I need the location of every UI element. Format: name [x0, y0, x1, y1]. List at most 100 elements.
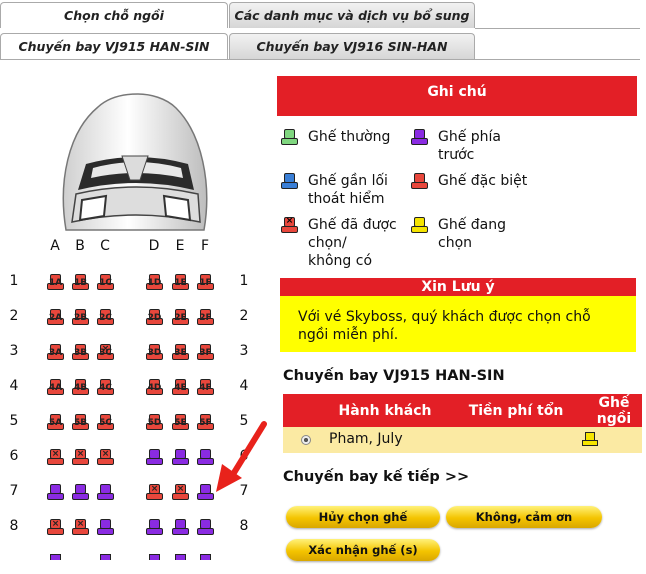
seat-unavailable: × [97, 449, 114, 466]
seat-special[interactable]: 4D [146, 379, 163, 396]
seat-label: 3F [199, 348, 212, 358]
legend-label: Ghế phía trước [438, 128, 501, 164]
seat-front[interactable] [47, 484, 64, 501]
row-number-right: 8 [239, 518, 249, 534]
seat-special[interactable]: 1A [47, 274, 64, 291]
legend-label: Ghế đã được chọn/không có [308, 216, 397, 270]
seat-partial [175, 554, 186, 560]
seat-special[interactable]: 3B [72, 344, 89, 361]
tab-flight-vj915[interactable]: Chuyến bay VJ915 HAN-SIN [0, 33, 228, 59]
legend-label-line: Ghế phía [438, 129, 502, 145]
seat-special[interactable]: 2D [146, 309, 163, 326]
notice-line-1: Với vé Skyboss, quý khách được chọn chỗ [298, 309, 591, 325]
seat-unavailable-icon: × [281, 217, 298, 234]
legend-label: Ghế đặc biệt [438, 172, 527, 190]
seat-special[interactable]: 3F [197, 344, 214, 361]
seat-blocked-x-icon: × [101, 344, 110, 354]
seat-front[interactable] [97, 484, 114, 501]
seat-special[interactable]: 2C [97, 309, 114, 326]
next-flight-link[interactable]: Chuyến bay kế tiếp >> [283, 469, 469, 485]
seat-special[interactable]: 1B [72, 274, 89, 291]
seat-label: 5C [99, 418, 112, 428]
seat-front[interactable] [172, 519, 189, 536]
seat-blocked-x-icon: × [150, 484, 159, 494]
seat-special[interactable]: 2A [47, 309, 64, 326]
row-number-left: 1 [9, 273, 19, 289]
seat-special[interactable]: 5E [172, 414, 189, 431]
seat-special[interactable]: 2B [72, 309, 89, 326]
seat-label: 5D [147, 418, 162, 428]
legend-label-line: Ghế gần lối [308, 173, 388, 189]
seat-label: 4B [73, 383, 88, 393]
seat-label: 2D [147, 313, 162, 323]
tab-flight-vj916[interactable]: Chuyến bay VJ916 SIN-HAN [229, 33, 475, 59]
tab-extra-services[interactable]: Các danh mục và dịch vụ bổ sung [229, 2, 475, 28]
seat-special[interactable]: 5C [97, 414, 114, 431]
passenger-row[interactable]: Pham, July [283, 427, 642, 453]
seat-blocked-x-icon: × [51, 519, 60, 529]
row-number-left: 3 [9, 343, 19, 359]
row-number-right: 4 [239, 378, 249, 394]
seat-special[interactable]: 4E [172, 379, 189, 396]
seat-label: 2C [99, 313, 112, 323]
legend-label-line: thoát hiểm [308, 191, 385, 207]
seat-special[interactable]: 1D [146, 274, 163, 291]
legend-label-line: Ghế thường [308, 129, 391, 145]
row-number-left: 6 [9, 448, 19, 464]
column-label-d: D [148, 238, 160, 254]
seat-label: 5E [174, 418, 187, 428]
row-number-left: 7 [9, 483, 19, 499]
legend-label-line: chọn/ [308, 235, 347, 251]
seat-special[interactable]: 3E [172, 344, 189, 361]
column-label-b: B [75, 238, 85, 254]
seat-special[interactable]: 4F [197, 379, 214, 396]
header-fee: Tiền phí tổn [468, 403, 564, 419]
seat-front[interactable] [172, 449, 189, 466]
seat-special[interactable]: 4C [97, 379, 114, 396]
seat-front[interactable] [97, 519, 114, 536]
seat-special[interactable]: 5A [47, 414, 64, 431]
notice-line-2: ngồi miễn phí. [298, 327, 399, 343]
row-number-left: 2 [9, 308, 19, 324]
no-thanks-button[interactable]: Không, cảm ơn [446, 506, 602, 528]
cancel-seat-button[interactable]: Hủy chọn ghế [286, 506, 440, 528]
seat-special[interactable]: 5D [146, 414, 163, 431]
seat-special[interactable]: 2E [172, 309, 189, 326]
seat-label: 1F [199, 278, 212, 288]
seat-unavailable: × [72, 519, 89, 536]
seat-special[interactable]: 1C [97, 274, 114, 291]
seat-special[interactable]: 3D [146, 344, 163, 361]
seat-special[interactable]: 2F [197, 309, 214, 326]
tab-choose-seat[interactable]: Chọn chỗ ngồi [0, 2, 228, 28]
seat-label: 1A [48, 278, 63, 288]
row-number-left: 8 [9, 518, 19, 534]
legend-label: Ghế thường [308, 128, 390, 146]
seat-front[interactable] [197, 519, 214, 536]
seat-front[interactable] [72, 484, 89, 501]
seat-special[interactable]: 1F [197, 274, 214, 291]
airplane-nose-icon [62, 93, 208, 231]
seat-special[interactable]: 5B [72, 414, 89, 431]
seat-front[interactable] [197, 484, 214, 501]
seat-unavailable: × [47, 519, 64, 536]
seat-front[interactable] [197, 449, 214, 466]
seat-special[interactable]: 1E [172, 274, 189, 291]
passenger-radio[interactable] [301, 435, 311, 445]
notice-title: Xin Lưu ý [280, 278, 636, 296]
seat-label: 2F [199, 313, 212, 323]
row-number-right: 3 [239, 343, 249, 359]
seat-special[interactable]: 4A [47, 379, 64, 396]
legend-label-line: Ghế đã được [308, 217, 397, 233]
seat-front[interactable] [146, 519, 163, 536]
confirm-seat-button[interactable]: Xác nhận ghế (s) [286, 539, 440, 561]
seat-label: 1D [147, 278, 162, 288]
legend-label: Ghế gần lối thoát hiểm [308, 172, 388, 208]
seat-special[interactable]: 3A [47, 344, 64, 361]
seat-unavailable: 3C × [97, 344, 114, 361]
seat-unavailable: × [47, 449, 64, 466]
seat-special[interactable]: 5F [197, 414, 214, 431]
seat-label: 1C [99, 278, 112, 288]
arrow-pointer-icon [216, 421, 267, 492]
seat-special[interactable]: 4B [72, 379, 89, 396]
seat-front[interactable] [146, 449, 163, 466]
